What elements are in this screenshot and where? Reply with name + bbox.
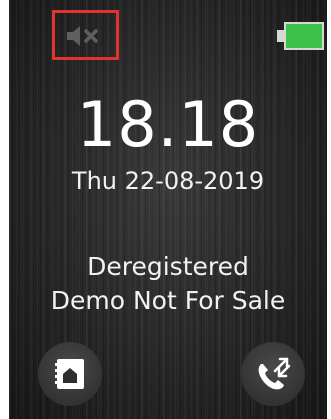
battery-terminal (277, 30, 284, 42)
clock-date: Thu 22-08-2019 (71, 167, 265, 195)
phonebook-button[interactable] (38, 342, 102, 406)
device-notice: Demo Not For Sale (50, 286, 286, 315)
battery-full-icon (284, 22, 324, 50)
speaker-muted-icon (67, 26, 98, 46)
registration-status: Deregistered (87, 252, 249, 281)
call-log-button[interactable] (241, 342, 305, 406)
status-bar (9, 0, 327, 62)
handset-screen: 18.18 Thu 22-08-2019 Deregistered Demo N… (9, 0, 327, 419)
mute-highlight (52, 10, 119, 60)
clock-time: 18.18 (76, 88, 260, 161)
call-log-icon (258, 357, 291, 390)
device-frame: 18.18 Thu 22-08-2019 Deregistered Demo N… (0, 0, 331, 419)
phonebook-icon (55, 359, 84, 389)
